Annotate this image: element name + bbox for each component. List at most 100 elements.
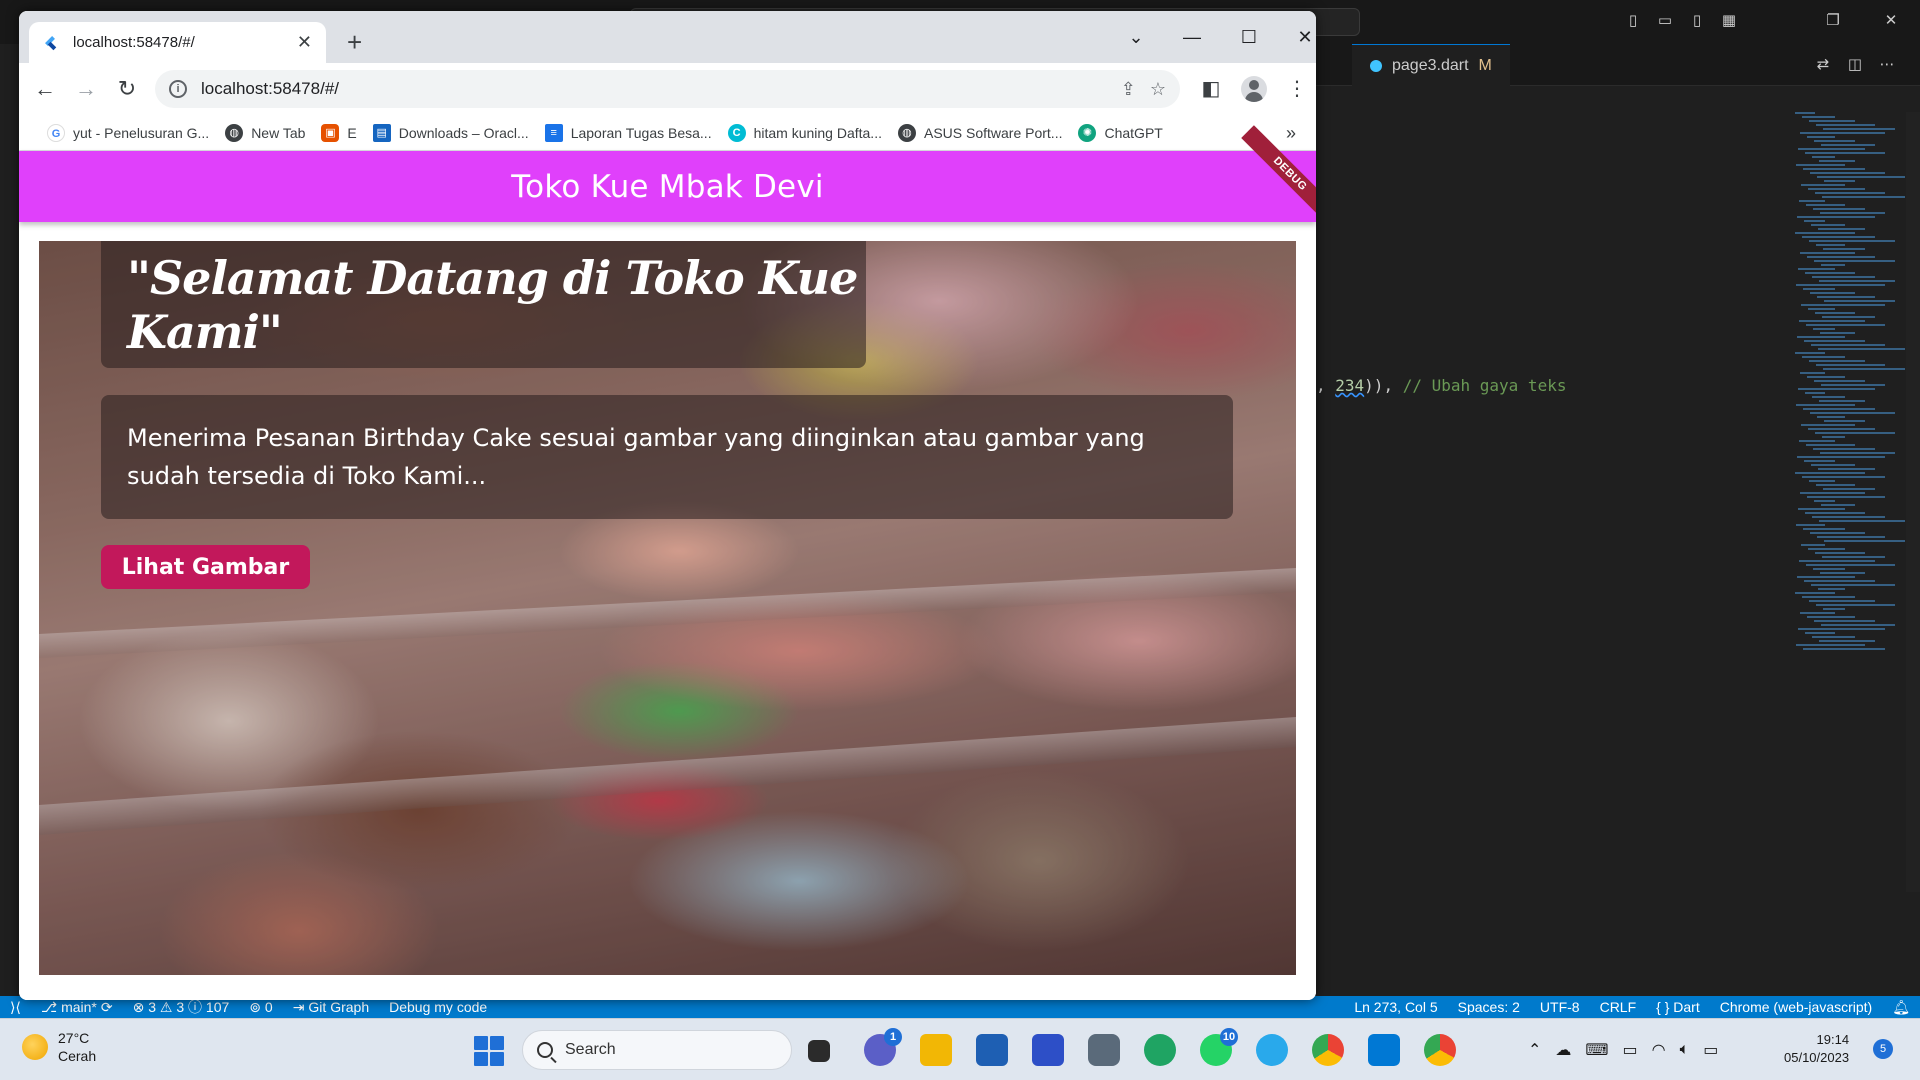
- weather-widget[interactable]: 27°C Cerah: [22, 1029, 96, 1065]
- camera-icon[interactable]: [1088, 1034, 1120, 1066]
- more-actions-icon[interactable]: ⋯: [1878, 56, 1896, 74]
- whatsapp-icon[interactable]: 10: [1200, 1028, 1238, 1066]
- problems-indicator[interactable]: ⊗ 3 ⚠ 3 ⓘ 107: [123, 997, 240, 1017]
- minimap-line: [1812, 156, 1835, 158]
- indentation[interactable]: Spaces: 2: [1448, 999, 1530, 1015]
- bookmark-item[interactable]: ◍ New Tab: [217, 123, 313, 142]
- minimap-line: [1796, 524, 1825, 526]
- battery-icon[interactable]: ▭: [1703, 1040, 1718, 1060]
- git-graph-button[interactable]: ⇥ Git Graph: [283, 999, 379, 1016]
- minimap-line: [1824, 420, 1865, 422]
- bookmark-item[interactable]: ◍ ASUS Software Port...: [890, 123, 1071, 142]
- minimap-line: [1818, 228, 1865, 230]
- app-icon[interactable]: [1032, 1034, 1064, 1066]
- cloud-icon[interactable]: ☁: [1555, 1040, 1571, 1060]
- minimap-line: [1805, 512, 1865, 514]
- store-icon[interactable]: [976, 1034, 1008, 1066]
- start-button[interactable]: [474, 1036, 504, 1066]
- close-tab-icon[interactable]: ✕: [297, 32, 312, 53]
- back-icon[interactable]: ←: [31, 75, 59, 103]
- chevron-up-icon[interactable]: ⌃: [1528, 1040, 1541, 1060]
- split-editor-icon[interactable]: ◫: [1846, 56, 1864, 74]
- minimap-line: [1804, 460, 1835, 462]
- minimize-icon[interactable]: —: [1172, 23, 1212, 51]
- display-icon[interactable]: ▭: [1623, 1040, 1638, 1060]
- maximize-icon[interactable]: ☐: [1229, 23, 1269, 51]
- close-icon[interactable]: ✕: [1285, 23, 1316, 51]
- url-text[interactable]: localhost:58478/#/: [201, 79, 1107, 99]
- task-view-icon[interactable]: [808, 1040, 830, 1062]
- minimap-line: [1807, 256, 1875, 258]
- tab-strip: localhost:58478/#/ ✕ + ⌄ — ☐ ✕: [19, 11, 1316, 63]
- vscode-icon[interactable]: [1368, 1034, 1400, 1066]
- teams-chat-icon[interactable]: 1: [864, 1028, 902, 1066]
- remote-indicator[interactable]: ⟩⟨: [0, 999, 31, 1016]
- toggle-sidebar-icon[interactable]: ▯: [1624, 12, 1642, 30]
- keyboard-icon[interactable]: ⌨: [1585, 1040, 1608, 1060]
- language-mode[interactable]: { } Dart: [1646, 999, 1710, 1015]
- debug-button[interactable]: Debug my code: [379, 999, 497, 1015]
- minimap-line: [1822, 436, 1845, 438]
- minimap-line: [1822, 316, 1875, 318]
- bell-icon[interactable]: 🔔︎: [1882, 999, 1920, 1016]
- clock[interactable]: 19:14 05/10/2023: [1784, 1031, 1849, 1067]
- minimap-line: [1821, 264, 1845, 266]
- open-changes-icon[interactable]: ⇄: [1814, 56, 1832, 74]
- minimap-line: [1803, 528, 1845, 530]
- notification-badge[interactable]: 5: [1873, 1039, 1893, 1059]
- encoding[interactable]: UTF-8: [1530, 999, 1590, 1015]
- new-tab-button[interactable]: +: [347, 29, 362, 55]
- more-bookmarks-icon[interactable]: »: [1286, 123, 1296, 144]
- edge-icon[interactable]: [1144, 1034, 1176, 1066]
- minimap-line: [1819, 520, 1905, 522]
- line-endings[interactable]: CRLF: [1590, 999, 1647, 1015]
- share-icon[interactable]: ⇪: [1121, 79, 1136, 100]
- minimap-line: [1805, 392, 1825, 394]
- menu-icon[interactable]: ⋮: [1283, 75, 1311, 103]
- file-explorer-icon[interactable]: [920, 1034, 952, 1066]
- editor-scrollbar[interactable]: [1906, 112, 1920, 892]
- address-bar[interactable]: i localhost:58478/#/ ⇪ ☆: [155, 70, 1180, 108]
- ports-indicator[interactable]: ⊚ 0: [239, 999, 282, 1016]
- bookmark-item[interactable]: G yut - Penelusuran G...: [39, 123, 217, 142]
- telegram-icon[interactable]: [1256, 1034, 1288, 1066]
- bookmark-item[interactable]: ✺ ChatGPT: [1070, 123, 1170, 142]
- bookmark-star-icon[interactable]: ☆: [1150, 79, 1166, 100]
- minimap-line: [1816, 244, 1845, 246]
- bookmark-item[interactable]: ▣ E: [313, 123, 364, 142]
- bookmark-item[interactable]: C hitam kuning Dafta...: [720, 123, 890, 142]
- close-window-icon[interactable]: ✕: [1882, 12, 1900, 30]
- minimap-line: [1804, 340, 1865, 342]
- minimap-line: [1801, 304, 1885, 306]
- bookmark-item[interactable]: ▤ Downloads – Oracl...: [365, 123, 537, 142]
- cursor-position[interactable]: Ln 273, Col 5: [1344, 999, 1447, 1015]
- minimap[interactable]: [1785, 112, 1905, 662]
- toggle-panel-icon[interactable]: ▭: [1656, 12, 1674, 30]
- wifi-icon[interactable]: ◠: [1652, 1040, 1666, 1060]
- toggle-secondary-sidebar-icon[interactable]: ▯: [1688, 12, 1706, 30]
- git-branch[interactable]: ⎇ main* ⟳: [31, 999, 123, 1016]
- chrome-icon[interactable]: [1312, 1034, 1344, 1066]
- side-panel-icon[interactable]: ◧: [1197, 75, 1225, 103]
- target-device[interactable]: Chrome (web-javascript): [1710, 999, 1882, 1015]
- minimap-line: [1802, 596, 1855, 598]
- minimap-line: [1816, 604, 1895, 606]
- description-card: Menerima Pesanan Birthday Cake sesuai ga…: [101, 395, 1233, 519]
- profile-avatar[interactable]: [1241, 76, 1267, 102]
- taskbar-search[interactable]: Search: [522, 1030, 792, 1070]
- minimap-line: [1818, 468, 1875, 470]
- site-info-icon[interactable]: i: [169, 80, 187, 98]
- volume-muted-icon[interactable]: 🔈︎: [1680, 1041, 1690, 1059]
- browser-tab[interactable]: localhost:58478/#/ ✕: [29, 22, 326, 63]
- reload-icon[interactable]: ↻: [113, 75, 141, 103]
- chrome-active-icon[interactable]: [1424, 1034, 1456, 1066]
- code-line[interactable]: , 234)), // Ubah gaya teks: [1316, 376, 1566, 395]
- customize-layout-icon[interactable]: ▦: [1720, 12, 1738, 30]
- editor-tab-page3[interactable]: page3.dart M: [1352, 44, 1510, 86]
- view-images-button[interactable]: Lihat Gambar: [101, 545, 310, 589]
- tab-search-icon[interactable]: ⌄: [1116, 23, 1156, 51]
- forward-icon[interactable]: →: [72, 75, 100, 103]
- minimap-line: [1803, 408, 1875, 410]
- restore-window-icon[interactable]: ❐: [1824, 12, 1842, 30]
- bookmark-item[interactable]: ≡ Laporan Tugas Besa...: [537, 123, 720, 142]
